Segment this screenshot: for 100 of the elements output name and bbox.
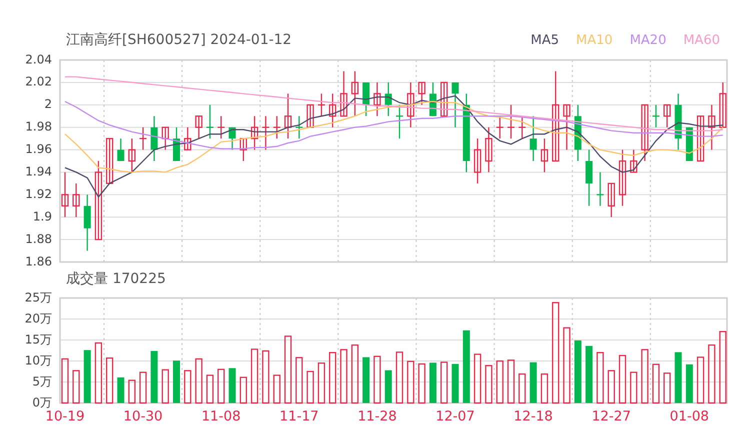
candlestick (206, 104, 214, 139)
candlestick (452, 82, 459, 128)
candlestick (329, 94, 336, 128)
volume-bar (106, 357, 114, 404)
candlestick (396, 104, 403, 139)
date-label: 10-19 (45, 408, 85, 425)
volume-bar (396, 352, 404, 404)
legend-label: MA5 (530, 32, 560, 48)
axis-label: 1.88 (25, 232, 52, 246)
candlestick (474, 138, 482, 184)
volume-bar (150, 350, 158, 403)
volume-bar (84, 350, 91, 403)
volume-bar (485, 365, 492, 404)
axis-label: 1.92 (25, 186, 52, 201)
candlestick (362, 82, 370, 116)
legend-label: MA20 (630, 32, 666, 48)
candlestick (485, 127, 492, 172)
candlestick (508, 104, 514, 139)
volume-bar (474, 354, 482, 404)
volume-bar (518, 373, 526, 404)
axis-label: 1.98 (25, 120, 52, 134)
axis-label: 5万 (32, 374, 52, 388)
candlestick (84, 194, 91, 251)
volume-bar (240, 376, 247, 404)
volume-bar (407, 360, 414, 404)
volume-bar (452, 364, 459, 403)
candlestick (240, 138, 247, 161)
candlestick (530, 116, 537, 161)
candlestick (674, 94, 682, 150)
volume-bar (218, 368, 225, 404)
volume-bar (530, 362, 537, 403)
candlestick (696, 116, 704, 162)
candlestick (340, 71, 348, 117)
volume-bar (228, 368, 236, 403)
candlestick (719, 82, 726, 128)
candlestick (195, 116, 202, 139)
volume-bar (708, 344, 716, 404)
volume-bar (94, 342, 102, 404)
volume-bar (284, 336, 292, 404)
candlestick (574, 104, 582, 161)
candlestick (250, 116, 258, 150)
candlestick (418, 82, 426, 105)
volume-bar (61, 358, 69, 404)
candlestick (284, 94, 292, 139)
volume-bar (340, 349, 348, 404)
axis-label: 1.9 (32, 209, 52, 224)
volume-bar (384, 370, 392, 403)
candlestick (106, 138, 114, 184)
candlestick (641, 104, 648, 161)
volume-bar (374, 356, 381, 404)
volume-bar (664, 372, 671, 404)
volume-bar (173, 360, 180, 403)
candlestick (518, 116, 526, 139)
candlestick (586, 150, 593, 206)
candlestick (117, 138, 124, 161)
volume-bar (641, 349, 648, 404)
candlestick (596, 172, 604, 206)
candlestick (306, 104, 314, 128)
candlestick (618, 150, 626, 206)
candlestick (540, 138, 548, 172)
volume-bar (72, 370, 80, 404)
candlestick (173, 127, 180, 161)
candlestick (128, 138, 136, 172)
candlestick (563, 104, 570, 150)
axis-label: 1.94 (25, 164, 52, 178)
candlestick (708, 104, 716, 150)
candlestick (318, 94, 325, 116)
volume-bar (139, 372, 147, 404)
axis-label: 1.96 (25, 142, 52, 156)
chart-title: 江南高纤[SH600527] 2024-01-12 (66, 31, 293, 49)
volume-bar (128, 380, 136, 404)
candlestick (262, 116, 270, 150)
axis-label: 10万 (24, 353, 52, 368)
date-label: 12-27 (592, 408, 631, 425)
candlestick (296, 116, 303, 139)
candlestick (608, 182, 615, 218)
date-label: 12-07 (436, 408, 475, 425)
candlestick (496, 116, 504, 139)
volume-bar (329, 352, 336, 404)
volume-bar (296, 357, 303, 404)
candlestick (61, 172, 69, 218)
volume-bar (351, 344, 358, 404)
volume-bar (586, 346, 593, 403)
volume-bar (262, 350, 270, 404)
candlestick (652, 104, 660, 128)
candlestick (429, 82, 436, 116)
volume-bar (608, 370, 615, 404)
volume-bar (195, 358, 202, 404)
candlestick (140, 127, 147, 150)
volume-bar (696, 356, 704, 404)
axis-label: 0万 (32, 395, 52, 410)
date-label: 11-28 (358, 408, 397, 425)
volume-bar (540, 373, 548, 404)
volume-bar (440, 362, 448, 404)
axis-label: 25万 (24, 290, 52, 304)
volume-bar (574, 340, 582, 403)
candlestick (150, 116, 158, 161)
candlestick (218, 116, 225, 139)
volume-bar (429, 362, 436, 403)
volume-bar (306, 370, 314, 404)
